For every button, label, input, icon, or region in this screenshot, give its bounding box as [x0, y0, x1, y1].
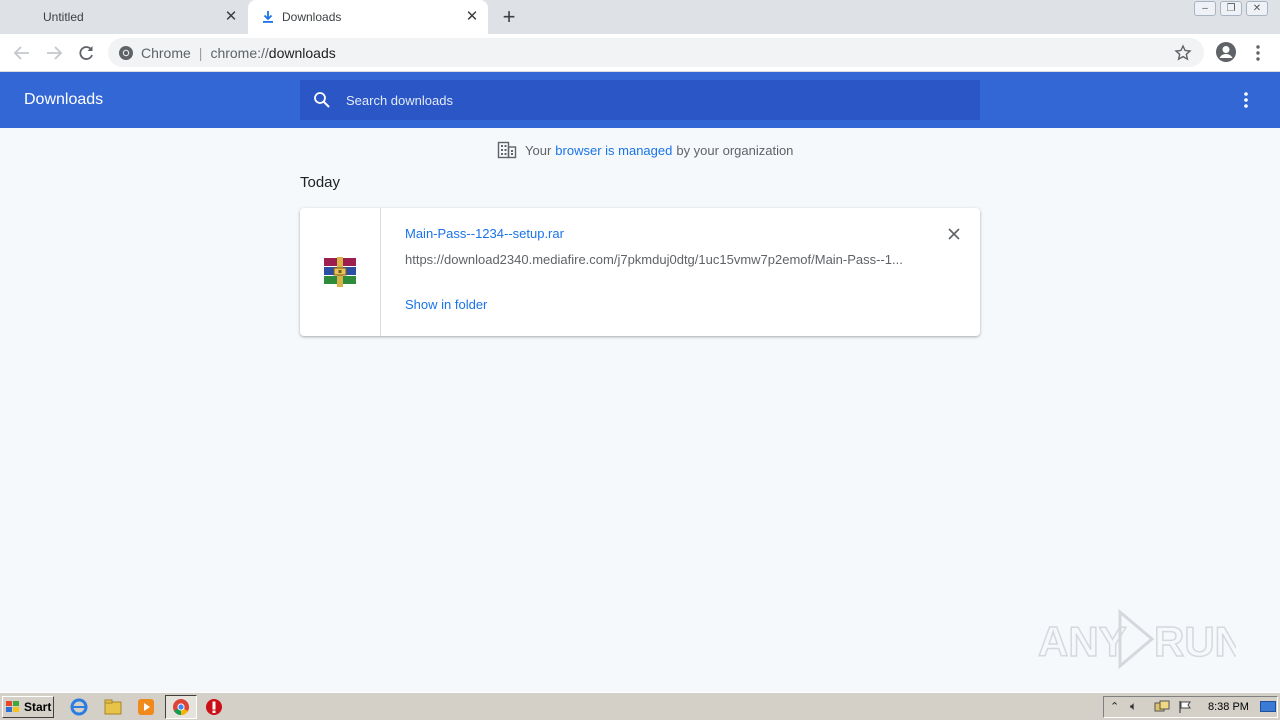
tab-untitled[interactable]: Untitled ✕	[0, 0, 245, 34]
network-icon[interactable]	[1154, 700, 1170, 714]
more-actions-icon[interactable]	[1238, 90, 1254, 110]
reload-icon[interactable]	[75, 42, 97, 64]
chrome-page-icon	[119, 45, 133, 60]
file-icon-column	[300, 208, 381, 336]
tab-downloads[interactable]: Downloads ✕	[248, 0, 488, 34]
system-tray: ⌃ 🔈︎	[1103, 696, 1278, 718]
svg-text:ANY: ANY	[1038, 618, 1127, 665]
search-placeholder: Search downloads	[346, 92, 453, 108]
anyrun-watermark-logo: ANY RUN	[1037, 608, 1236, 670]
tab-title: Untitled	[43, 10, 84, 24]
windows-logo-icon	[6, 701, 19, 712]
action-center-flag-icon[interactable]	[1178, 700, 1194, 714]
new-tab-button[interactable]: +	[499, 6, 519, 28]
search-icon	[314, 92, 330, 108]
bookmark-star-icon[interactable]	[1174, 44, 1192, 62]
download-source-url[interactable]: https://download2340.mediafire.com/j7pkm…	[405, 252, 905, 267]
date-section-heading: Today	[300, 174, 341, 191]
show-desktop-icon[interactable]	[1260, 701, 1276, 713]
building-icon	[497, 141, 517, 159]
chrome-taskbar-button[interactable]	[165, 695, 197, 719]
volume-icon[interactable]: 🔈︎	[1130, 699, 1137, 714]
managed-prefix: Your	[525, 142, 552, 158]
windows-taskbar: Start ⌃ 🔈︎ 8:38 PM	[0, 692, 1280, 720]
tray-expand-icon[interactable]: ⌃	[1110, 700, 1119, 713]
managed-notice: Your browser is managed by your organiza…	[497, 140, 793, 160]
omnibox-site-label: Chrome	[141, 44, 191, 61]
omnibox-scheme: chrome://	[210, 44, 269, 61]
downloads-header: Downloads Search downloads	[0, 72, 1280, 128]
minimize-button[interactable]: –	[1194, 1, 1216, 16]
remove-download-close-icon[interactable]	[946, 226, 962, 242]
chrome-menu-icon[interactable]	[1250, 42, 1266, 64]
tab-strip: Untitled ✕ Downloads ✕ + – ❐ ✕	[0, 0, 1280, 34]
restore-button[interactable]: ❐	[1220, 1, 1242, 16]
chrome-icon	[173, 699, 189, 715]
show-in-folder-link[interactable]: Show in folder	[405, 297, 487, 312]
internet-explorer-icon[interactable]	[70, 698, 88, 716]
media-player-icon[interactable]	[137, 698, 155, 716]
explorer-folder-icon[interactable]	[104, 698, 122, 716]
omnibox-separator: |	[198, 44, 203, 61]
address-bar[interactable]: Chrome | chrome://downloads	[108, 38, 1204, 67]
start-label: Start	[24, 700, 52, 714]
tab-title: Downloads	[282, 10, 342, 24]
page-title: Downloads	[24, 91, 104, 108]
window-controls: – ❐ ✕	[1194, 1, 1268, 17]
tab-close-icon[interactable]: ✕	[223, 9, 239, 25]
managed-suffix: by your organization	[676, 142, 794, 158]
profile-avatar-icon[interactable]	[1215, 41, 1237, 63]
forward-arrow-icon[interactable]	[43, 42, 65, 64]
taskbar-clock: 8:38 PM	[1208, 701, 1249, 713]
start-button[interactable]: Start	[2, 696, 54, 718]
winrar-archive-icon	[324, 257, 356, 287]
managed-link[interactable]: browser is managed	[555, 143, 672, 158]
omnibox-host: downloads	[268, 44, 336, 61]
download-icon	[263, 11, 273, 23]
close-window-button[interactable]: ✕	[1246, 1, 1268, 16]
search-input[interactable]: Search downloads	[300, 80, 980, 120]
back-arrow-icon[interactable]	[11, 42, 33, 64]
browser-toolbar: Chrome | chrome://downloads	[0, 34, 1280, 72]
download-file-name-link[interactable]: Main-Pass--1234--setup.rar	[405, 226, 564, 241]
svg-text:RUN: RUN	[1154, 618, 1236, 665]
tab-close-icon[interactable]: ✕	[464, 9, 480, 25]
opera-icon[interactable]	[205, 698, 223, 716]
download-item-card: Main-Pass--1234--setup.rar https://downl…	[300, 208, 980, 336]
